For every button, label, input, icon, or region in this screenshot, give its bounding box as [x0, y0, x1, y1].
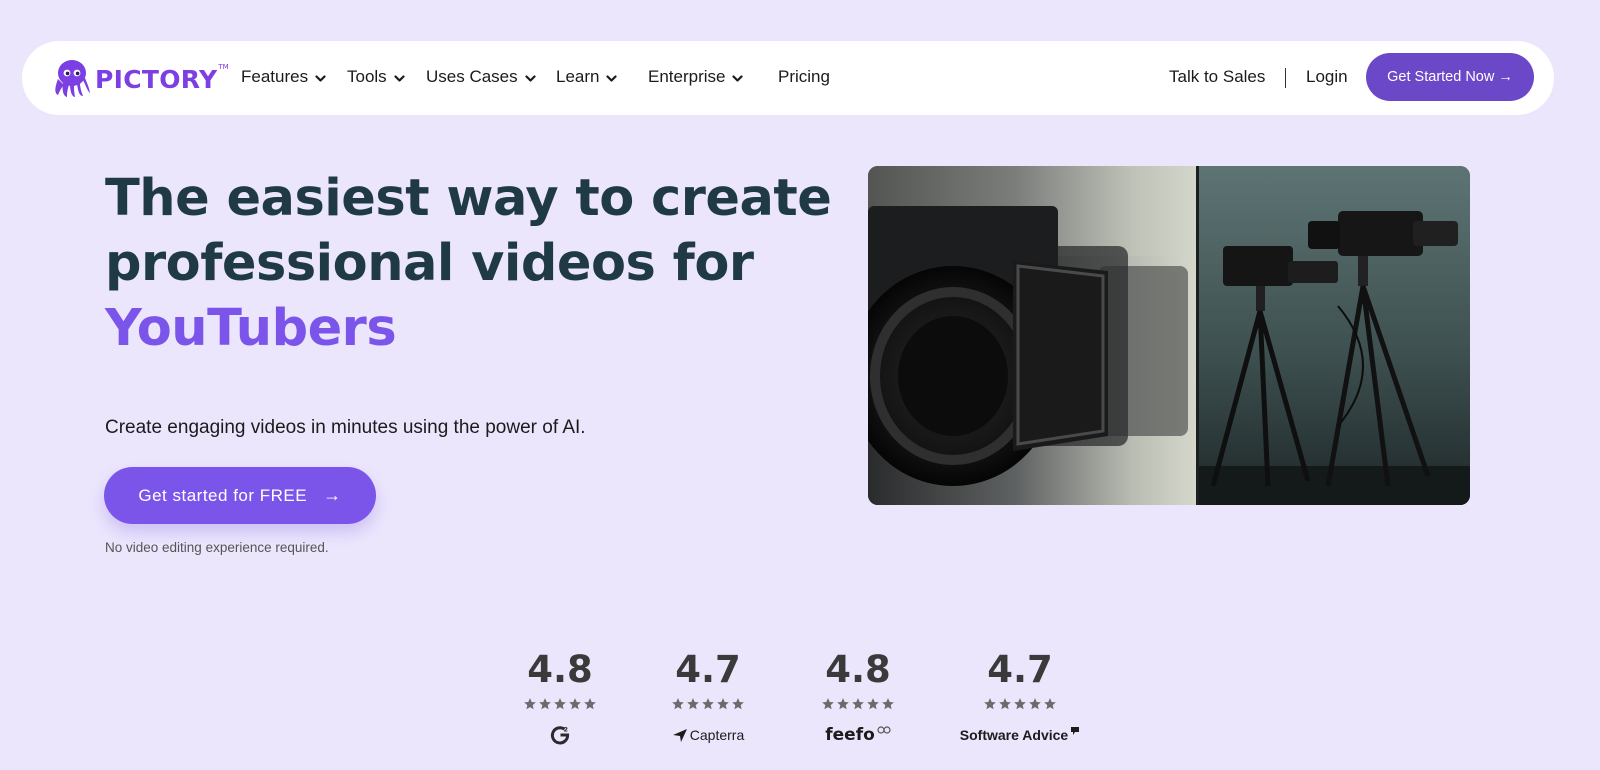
- get-started-now-button[interactable]: Get Started Now →: [1366, 53, 1534, 101]
- software-advice-logo-icon: [1071, 727, 1080, 735]
- nav-enterprise[interactable]: Enterprise: [648, 67, 744, 87]
- get-started-free-button[interactable]: Get started for FREE →: [104, 467, 376, 524]
- star-icon: [732, 698, 744, 710]
- rating-value: 4.7: [987, 648, 1053, 691]
- svg-text:2: 2: [564, 726, 569, 734]
- chevron-down-icon: [394, 74, 405, 82]
- hero-note: No video editing experience required.: [105, 540, 329, 555]
- arrow-right-icon: →: [1498, 69, 1513, 85]
- nav-pricing[interactable]: Pricing: [778, 67, 830, 87]
- rating-feefo[interactable]: 4.8 feefo: [788, 648, 928, 745]
- hero-subtitle: Create engaging videos in minutes using …: [105, 417, 586, 438]
- nav-learn[interactable]: Learn: [556, 67, 618, 87]
- star-icon: [672, 698, 684, 710]
- nav-divider: [1285, 68, 1286, 88]
- star-icon: [852, 698, 864, 710]
- rating-software-advice[interactable]: 4.7 Software Advice: [950, 648, 1090, 745]
- nav-pricing-label: Pricing: [778, 67, 830, 86]
- nav-tools-label: Tools: [347, 67, 387, 86]
- nav-tools[interactable]: Tools: [347, 67, 405, 87]
- feefo-text: feefo: [825, 725, 875, 745]
- star-icon: [539, 698, 551, 710]
- hero-video-cameras-image: [868, 166, 1470, 505]
- capterra-logo: Capterra: [638, 725, 778, 745]
- star-icon: [702, 698, 714, 710]
- star-icon: [822, 698, 834, 710]
- trademark-mark: TM: [218, 63, 229, 71]
- star-icon: [687, 698, 699, 710]
- octopus-logo-icon: [55, 60, 90, 97]
- star-icon: [1029, 698, 1041, 710]
- feefo-logo-icon: [877, 726, 891, 734]
- top-navbar: PICTORY TM Features Tools Uses Cases Lea…: [22, 41, 1554, 115]
- capterra-logo-icon: [672, 729, 687, 742]
- rating-value: 4.7: [675, 648, 741, 691]
- chevron-down-icon: [525, 74, 536, 82]
- capterra-text: Capterra: [689, 727, 745, 743]
- star-icon: [984, 698, 996, 710]
- hero-heading-line-1: The easiest way to create: [105, 169, 832, 228]
- brand-name: PICTORY: [95, 64, 218, 94]
- pictory-logo[interactable]: PICTORY TM: [52, 57, 229, 99]
- star-icon: [882, 698, 894, 710]
- nav-enterprise-label: Enterprise: [648, 67, 726, 86]
- chevron-down-icon: [315, 74, 326, 82]
- video-cameras-illustration: [868, 166, 1470, 505]
- star-icon: [999, 698, 1011, 710]
- login-link[interactable]: Login: [1306, 67, 1348, 87]
- g2-logo: 2: [490, 725, 630, 745]
- nav-use-cases[interactable]: Uses Cases: [426, 67, 536, 87]
- arrow-right-icon: →: [323, 485, 342, 505]
- g2-logo-icon: 2: [550, 726, 570, 745]
- chevron-down-icon: [606, 74, 618, 82]
- nav-features[interactable]: Features: [241, 67, 326, 87]
- star-icon: [1014, 698, 1026, 710]
- chevron-down-icon: [732, 74, 744, 82]
- rating-value: 4.8: [527, 648, 593, 691]
- star-icon: [867, 698, 879, 710]
- star-rating: [638, 697, 778, 713]
- star-icon: [554, 698, 566, 710]
- talk-to-sales-link[interactable]: Talk to Sales: [1169, 67, 1265, 87]
- get-started-now-label: Get Started Now: [1387, 69, 1495, 85]
- hero-heading: The easiest way to create professional v…: [105, 166, 832, 361]
- nav-features-label: Features: [241, 67, 309, 86]
- star-icon: [584, 698, 596, 710]
- software-advice-logo: Software Advice: [950, 725, 1090, 745]
- nav-learn-label: Learn: [556, 67, 600, 86]
- hero-heading-accent: YouTubers: [105, 299, 397, 358]
- star-icon: [1044, 698, 1056, 710]
- hero-heading-line-2: professional videos for: [105, 234, 754, 293]
- rating-value: 4.8: [825, 648, 891, 691]
- get-started-free-label: Get started for FREE: [138, 485, 308, 505]
- software-advice-text: Software Advice: [959, 727, 1069, 743]
- rating-g2[interactable]: 4.8 2: [490, 648, 630, 745]
- star-icon: [569, 698, 581, 710]
- star-rating: [788, 697, 928, 713]
- rating-capterra[interactable]: 4.7 Capterra: [638, 648, 778, 745]
- star-icon: [717, 698, 729, 710]
- star-icon: [837, 698, 849, 710]
- star-rating: [490, 697, 630, 713]
- star-icon: [524, 698, 536, 710]
- nav-use-cases-label: Uses Cases: [426, 67, 518, 86]
- star-rating: [950, 697, 1090, 713]
- feefo-logo: feefo: [788, 725, 928, 745]
